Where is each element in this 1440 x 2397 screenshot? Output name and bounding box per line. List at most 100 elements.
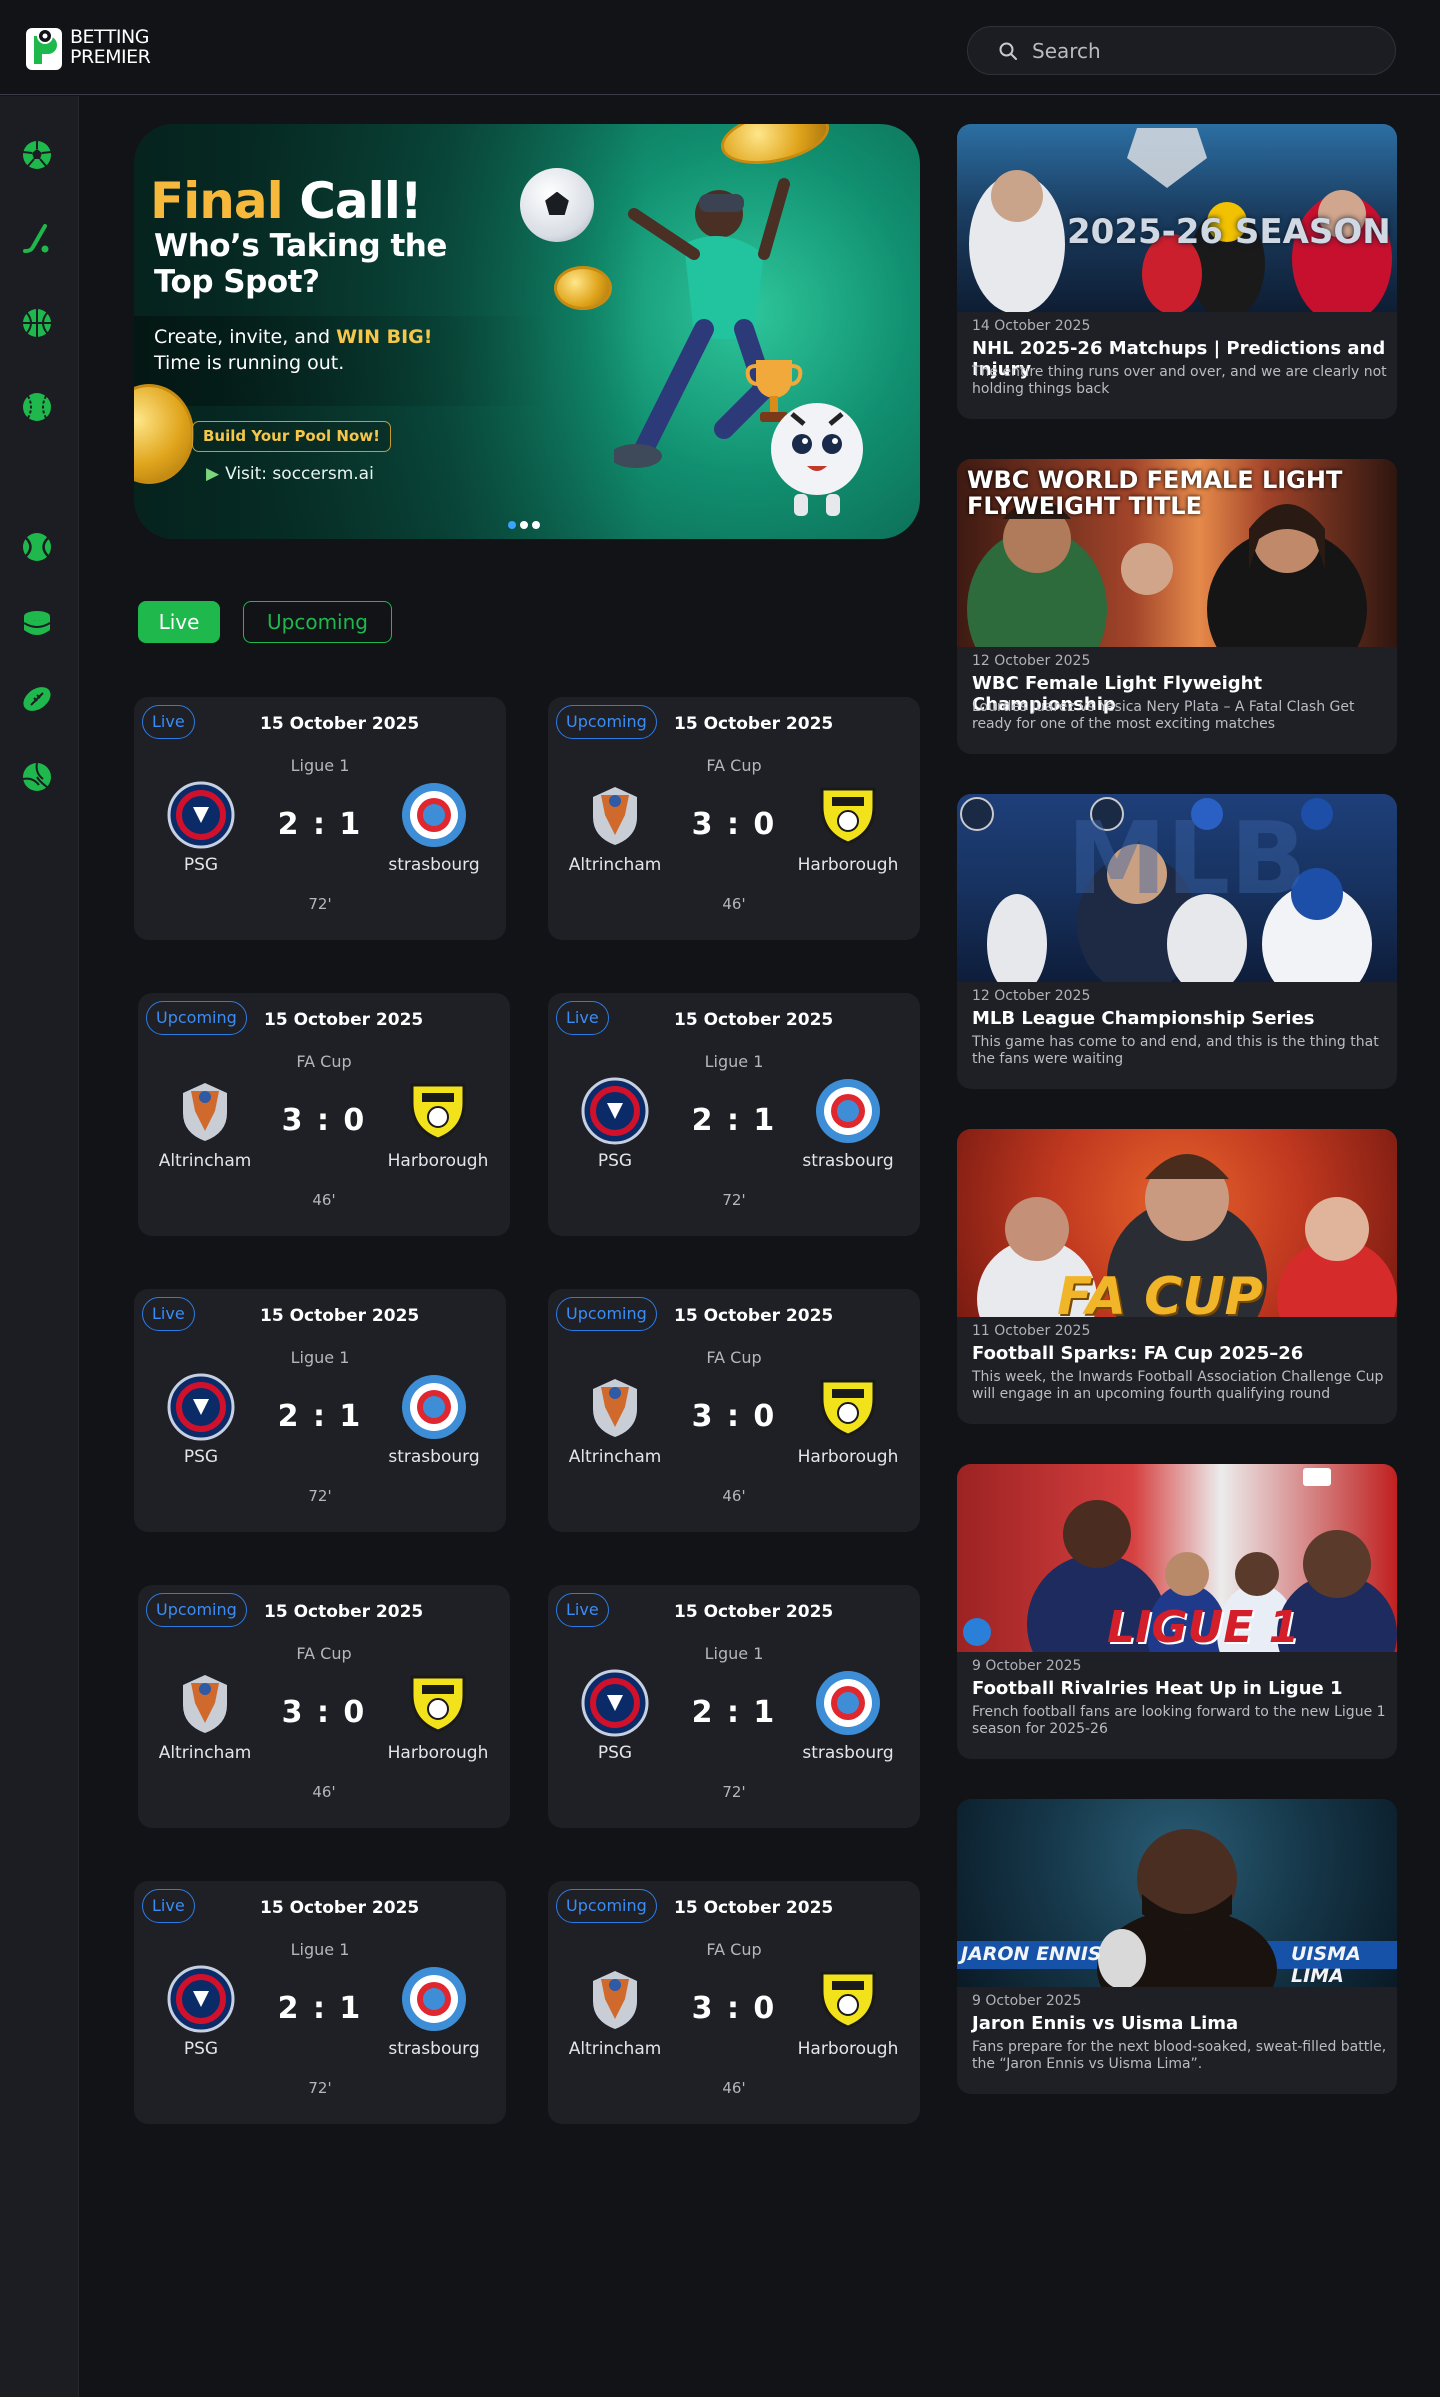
sidebar-item-soccer[interactable] — [20, 138, 54, 172]
news-image-text-left: JARON ENNIS — [961, 1943, 1102, 1965]
league-name: FA Cup — [296, 1644, 352, 1663]
match-card[interactable]: Upcoming 15 October 2025 FA Cup Altrincham H… — [138, 993, 510, 1236]
match-score: 3 : 0 — [691, 807, 777, 842]
away-team-name: strasbourg — [388, 2039, 480, 2059]
sidebar-item-volleyball[interactable] — [20, 760, 54, 794]
home-team-name: Altrincham — [568, 1447, 662, 1467]
match-card[interactable]: Live 15 October 2025 Ligue 1 PSG strasbourg 2… — [134, 1881, 506, 2124]
match-score: 3 : 0 — [281, 1103, 367, 1138]
league-name: Ligue 1 — [704, 1644, 764, 1663]
news-date: 9 October 2025 — [972, 1993, 1082, 2009]
league-name: Ligue 1 — [290, 1940, 350, 1959]
carousel-dot[interactable] — [520, 521, 528, 529]
logo-line-2: PREMIER — [70, 46, 151, 68]
sidebar-item-tennis[interactable] — [20, 530, 54, 564]
home-team-name: PSG — [597, 1151, 633, 1171]
match-minute: 72' — [308, 895, 332, 913]
carousel-dot[interactable] — [508, 521, 516, 529]
match-card[interactable]: Upcoming 15 October 2025 FA Cup Altrincham H… — [548, 1881, 920, 2124]
match-card[interactable]: Upcoming 15 October 2025 FA Cup Altrincham H… — [548, 697, 920, 940]
carousel-dot[interactable] — [532, 521, 540, 529]
news-date: 12 October 2025 — [972, 653, 1091, 669]
home-team-name: Altrincham — [568, 2039, 662, 2059]
status-badge: Upcoming — [556, 705, 657, 739]
news-description: This week, the Inwards Football Associat… — [972, 1369, 1384, 1402]
match-date: 15 October 2025 — [674, 1010, 834, 1030]
news-image: 2025-26 SEASON — [957, 124, 1397, 312]
tab-upcoming[interactable]: Upcoming — [243, 601, 392, 643]
soccer-ball-icon — [22, 141, 52, 169]
sidebar-item-hockey[interactable] — [20, 222, 54, 256]
home-team-name: PSG — [597, 1743, 633, 1763]
banner-desc-highlight: WIN BIG! — [336, 326, 433, 348]
build-pool-button[interactable]: Build Your Pool Now! — [192, 421, 391, 452]
match-minute: 46' — [722, 895, 746, 913]
news-card[interactable]: 2025-26 SEASON 14 October 2025 NHL 2025-… — [957, 124, 1397, 419]
database-icon — [23, 611, 51, 635]
status-badge: Live — [556, 1593, 609, 1627]
news-description: The entire thing runs over and over, and… — [972, 364, 1387, 397]
promo-banner[interactable]: Final Call! Who’s Taking the Top Spot? C… — [134, 124, 920, 539]
banner-desc-prefix: Create, invite, and — [154, 326, 331, 348]
match-date: 15 October 2025 — [264, 1602, 424, 1622]
match-score: 2 : 1 — [691, 1103, 777, 1138]
news-image: JARON ENNIS UISMA LIMA — [957, 1799, 1397, 1987]
news-image-text: 2025-26 SEASON — [1067, 212, 1391, 252]
away-team-name: strasbourg — [802, 1743, 894, 1763]
logo[interactable]: BETTING PREMIER — [24, 22, 184, 72]
news-card[interactable]: LIGUE 1 9 October 2025 Football Rivalrie… — [957, 1464, 1397, 1759]
match-card[interactable]: Upcoming 15 October 2025 FA Cup Altrincham H… — [138, 1585, 510, 1828]
news-card[interactable]: JARON ENNIS UISMA LIMA 9 October 2025 Ja… — [957, 1799, 1397, 2094]
away-team-name: Harborough — [797, 2039, 899, 2059]
league-name: Ligue 1 — [290, 1348, 350, 1367]
status-badge: Upcoming — [556, 1889, 657, 1923]
banner-title-highlight: Final — [150, 172, 284, 230]
home-team-name: PSG — [183, 1447, 219, 1467]
match-card[interactable]: Upcoming 15 October 2025 FA Cup Altrincham H… — [548, 1289, 920, 1532]
search-box[interactable] — [967, 26, 1396, 75]
status-badge: Live — [142, 1297, 195, 1331]
match-minute: 46' — [722, 1487, 746, 1505]
match-score: 2 : 1 — [277, 807, 363, 842]
match-minute: 46' — [722, 2079, 746, 2097]
news-date: 14 October 2025 — [972, 318, 1091, 334]
news-card[interactable]: WBC WORLD FEMALE LIGHT FLYWEIGHT TITLE 1… — [957, 459, 1397, 754]
news-card[interactable]: MLB 12 October 2025 MLB League Champions… — [957, 794, 1397, 1089]
match-card[interactable]: Live 15 October 2025 Ligue 1 PSG strasbourg 2… — [548, 1585, 920, 1828]
match-score: 3 : 0 — [691, 1991, 777, 2026]
home-team-name: PSG — [183, 855, 219, 875]
banner-visit-link[interactable]: ▶ Visit: soccersm.ai — [206, 464, 374, 484]
match-minute: 72' — [722, 1191, 746, 1209]
match-card[interactable]: Live 15 October 2025 Ligue 1 PSG strasbourg 2… — [548, 993, 920, 1236]
league-name: FA Cup — [706, 756, 762, 775]
match-date: 15 October 2025 — [674, 1898, 834, 1918]
news-description: French football fans are looking forward… — [972, 1704, 1386, 1737]
news-card[interactable]: FA CUP 11 October 2025 Football Sparks: … — [957, 1129, 1397, 1424]
carousel-dots — [508, 521, 540, 529]
logo-icon — [26, 28, 62, 70]
gold-coin-icon — [554, 266, 612, 310]
logo-line-1: BETTING — [70, 26, 149, 48]
news-image-text-right: UISMA LIMA — [1291, 1943, 1361, 1987]
news-image-text: MLB — [1067, 800, 1307, 917]
search-input[interactable] — [1032, 38, 1372, 63]
status-badge: Upcoming — [146, 1001, 247, 1035]
match-card[interactable]: Live 15 October 2025 Ligue 1 PSG strasbourg 2… — [134, 1289, 506, 1532]
match-date: 15 October 2025 — [260, 1306, 420, 1326]
banner-description: Create, invite, and WIN BIG! Time is run… — [154, 324, 432, 376]
sidebar-item-stack[interactable] — [20, 606, 54, 640]
banner-desc-line2: Time is running out. — [154, 352, 345, 374]
sidebar-item-baseball[interactable] — [20, 390, 54, 424]
match-card[interactable]: Live 15 October 2025 Ligue 1 PSG strasbourg 2… — [134, 697, 506, 940]
match-score: 3 : 0 — [281, 1695, 367, 1730]
tab-live[interactable]: Live — [138, 601, 220, 643]
news-title: Football Rivalries Heat Up in Ligue 1 — [972, 1678, 1343, 1699]
baseball-icon — [23, 393, 51, 421]
away-team-name: Harborough — [387, 1743, 489, 1763]
news-date: 11 October 2025 — [972, 1323, 1091, 1339]
news-image-text: WBC WORLD FEMALE LIGHT FLYWEIGHT TITLE — [967, 466, 1343, 520]
sidebar-item-american-football[interactable] — [20, 682, 54, 716]
sidebar-item-basketball[interactable] — [20, 306, 54, 340]
match-date: 15 October 2025 — [674, 1602, 834, 1622]
status-badge: Live — [556, 1001, 609, 1035]
